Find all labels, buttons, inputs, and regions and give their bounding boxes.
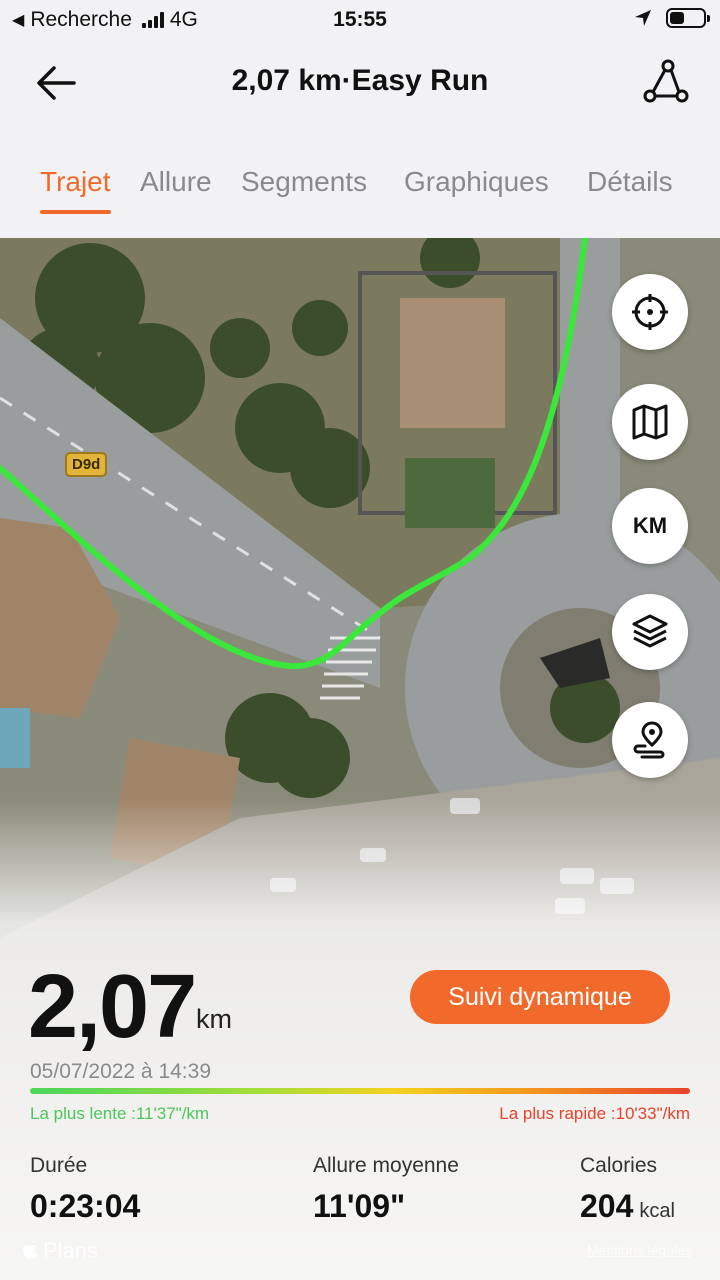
km-label: KM [632,513,668,538]
status-bar: ◀ Recherche 4G 15:55 [0,0,720,40]
avg-pace-label: Allure moyenne [313,1154,459,1177]
run-date: 05/07/2022 à 14:39 [30,1060,212,1083]
duration-value: 0:23:04 [30,1188,141,1224]
tab-segments[interactable]: Segments [241,166,367,198]
locate-icon [632,294,668,330]
page-title: 2,07 km·Easy Run [231,64,489,97]
battery-icon [666,8,710,28]
locate-button[interactable] [612,274,688,350]
dynamic-tracking-button[interactable]: Suivi dynamique [410,970,670,1024]
header: 2,07 km·Easy Run [0,40,720,130]
km-markers-button[interactable]: KM [612,488,688,564]
road-label: D9d [65,452,108,477]
map-icon [632,404,668,440]
layers-icon [632,614,668,648]
duration-label: Durée [30,1154,88,1177]
distance-unit: km [196,1004,232,1034]
avg-pace-value: 11'09" [313,1188,406,1224]
route-icon [643,59,689,103]
route-share-button[interactable] [640,58,690,108]
tab-allure[interactable]: Allure [140,166,212,198]
status-time: 15:55 [333,8,387,31]
slowest-pace: La plus lente :11'37"/km [30,1104,210,1123]
tab-bar: Trajet Allure Segments Graphiques Détail… [0,130,720,238]
map-type-button[interactable] [612,384,688,460]
map-attribution: Plans [22,1238,98,1264]
distance-value: 2,07 [28,957,197,1057]
tab-graphiques[interactable]: Graphiques [404,166,549,198]
calories-unit: kcal [639,1200,675,1222]
tab-trajet[interactable]: Trajet [40,166,111,214]
attribution-label: Plans [43,1238,99,1263]
calories-number: 204 [580,1188,634,1224]
pace-gradient-bar [30,1088,690,1094]
location-arrow-icon [635,10,651,26]
apple-logo-icon [23,1241,38,1259]
fastest-pace: La plus rapide :10'33"/km [499,1104,690,1123]
calories-label: Calories [580,1154,658,1177]
layers-button[interactable] [612,594,688,670]
calories-value: 204 kcal [580,1188,675,1225]
route-pin-button[interactable] [612,702,688,778]
route-pin-icon [633,721,665,759]
legal-link[interactable]: Mentions légales [587,1242,692,1258]
route-map[interactable]: D9d KM 2,07 km Suivi dynamique 05/07/202… [0,238,720,1280]
tab-details[interactable]: Détails [587,166,673,198]
